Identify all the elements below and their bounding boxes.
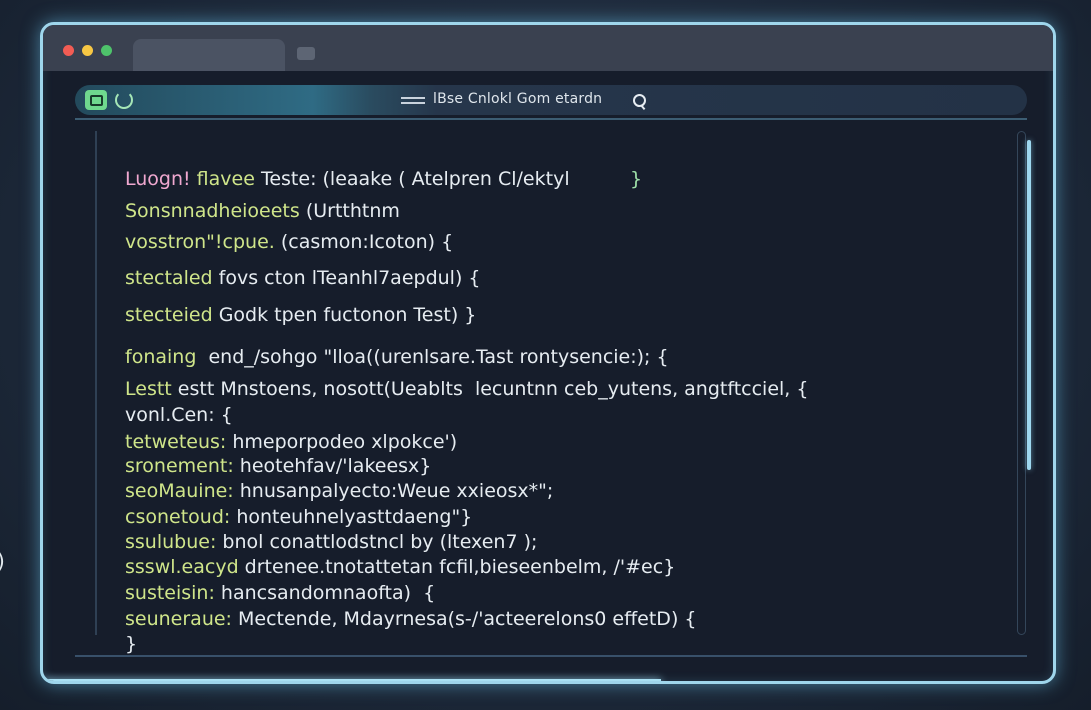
editor-bottom-divider (75, 655, 1027, 657)
code-token: csonetoud: (125, 506, 231, 528)
new-tab-icon[interactable] (297, 47, 315, 60)
code-token: heotehfav/'lakeesx} (233, 455, 432, 477)
code-token: } (569, 168, 643, 190)
refresh-icon[interactable] (115, 91, 133, 109)
code-token: tetweteus: (125, 431, 227, 453)
code-line: Lestt estt Mnstoens, nosott(Ueablts lecu… (125, 377, 808, 401)
toolbar-divider (75, 118, 1027, 120)
code-token: hnusanpalyecto:Weue xxieosx*"; (233, 480, 554, 502)
maximize-window-icon[interactable] (101, 45, 112, 56)
toolbar: lBse Cnlokl Gom etardn (75, 85, 1027, 115)
code-token: seoMauine: (125, 480, 234, 502)
menu-icon[interactable] (401, 97, 425, 104)
toolbar-icon-group (85, 89, 133, 111)
code-line: } (125, 632, 137, 656)
code-token: bnol conattlodstncl by (ltexen7 ); (216, 531, 538, 553)
editor-window: lBse Cnlokl Gom etardn Luogn! flavee Tes… (40, 22, 1056, 684)
code-token: honteuhnelyasttdaeng"} (230, 506, 473, 528)
scrollbar-thumb[interactable] (1027, 140, 1031, 470)
code-line: Luogn! flavee Teste: (leaake ( Atelpren … (125, 167, 642, 191)
side-glyph: ) (0, 549, 5, 573)
code-token: (casmon:Icoton) { (274, 231, 454, 253)
minimize-window-icon[interactable] (82, 45, 93, 56)
code-token: (Urtthtnm (299, 200, 400, 222)
code-token: flavee (190, 168, 255, 190)
code-token: hancsandomnaofta) { (214, 582, 436, 604)
code-line: sronement: heotehfav/'lakeesx} (125, 454, 431, 478)
title-bar (43, 25, 1053, 71)
code-line: ssswl.eacyd drtenee.tnotattetan fcfil,bi… (125, 555, 675, 579)
code-token: sronement: (125, 455, 234, 477)
close-window-icon[interactable] (63, 45, 74, 56)
code-token: Luogn! (125, 168, 191, 190)
code-line: seoMauine: hnusanpalyecto:Weue xxieosx*"… (125, 479, 553, 503)
address-text[interactable]: lBse Cnlokl Gom etardn (433, 91, 602, 107)
code-line: csonetoud: honteuhnelyasttdaeng"} (125, 505, 472, 529)
code-line: seuneraue: Mectende, Mdayrnesa(s-/'actee… (125, 607, 696, 631)
code-line: susteisin: hancsandomnaofta) { (125, 581, 435, 605)
code-line: fonaing end_/sohgo "lloa((urenlsare.Tast… (125, 345, 669, 369)
code-token: vonl.Cen: { (125, 404, 233, 426)
code-token: end_/sohgo "lloa((urenlsare.Tast rontyse… (196, 346, 669, 368)
code-token: Sonsnnadheioeets (125, 200, 300, 222)
code-line: stectaled fovs cton lTeanhl7aepdul) { (125, 266, 481, 290)
browser-tab[interactable] (133, 39, 285, 71)
code-line: tetweteus: hmeporpodeo xlpokce') (125, 430, 457, 454)
code-token: seuneraue: (125, 608, 232, 630)
code-editor[interactable]: Luogn! flavee Teste: (leaake ( Atelpren … (125, 141, 1005, 655)
code-token: ssswl.eacyd (125, 556, 239, 578)
code-token: stectaled (125, 267, 213, 289)
code-token: Godk tpen fuctonon Test) } (212, 304, 477, 326)
code-token: vosstron"!cpue. (125, 231, 275, 253)
code-token: Lestt (125, 378, 172, 400)
code-token: fovs cton lTeanhl7aepdul) { (212, 267, 481, 289)
code-line: ssulubue: bnol conattlodstncl by (ltexen… (125, 530, 537, 554)
search-icon[interactable] (633, 94, 646, 107)
code-token: drtenee.tnotattetan fcfil,bieseenbelm, /… (238, 556, 676, 578)
code-line: vonl.Cen: { (125, 403, 233, 427)
code-token: ssulubue: (125, 531, 217, 553)
code-token: susteisin: (125, 582, 215, 604)
vertical-scrollbar[interactable] (1017, 131, 1031, 635)
code-token: Teste: (leaake ( Atelpren Cl/ektyl (254, 168, 570, 190)
editor-gutter (95, 131, 97, 635)
code-line: vosstron"!cpue. (casmon:Icoton) { (125, 230, 453, 254)
code-token: } (125, 633, 138, 655)
code-token: hmeporpodeo xlpokce') (226, 431, 458, 453)
code-token: estt Mnstoens, nosott(Ueablts lecuntnn c… (171, 378, 809, 400)
window-badge-icon[interactable] (85, 90, 107, 110)
code-token: Mectende, Mdayrnesa(s-/'acteerelons0 eff… (231, 608, 697, 630)
code-token: stecteied (125, 304, 213, 326)
progress-glow-bar (43, 679, 661, 681)
code-token: fonaing (125, 346, 197, 368)
code-line: Sonsnnadheioeets (Urtthtnm (125, 199, 400, 223)
code-line: stecteied Godk tpen fuctonon Test) } (125, 303, 476, 327)
